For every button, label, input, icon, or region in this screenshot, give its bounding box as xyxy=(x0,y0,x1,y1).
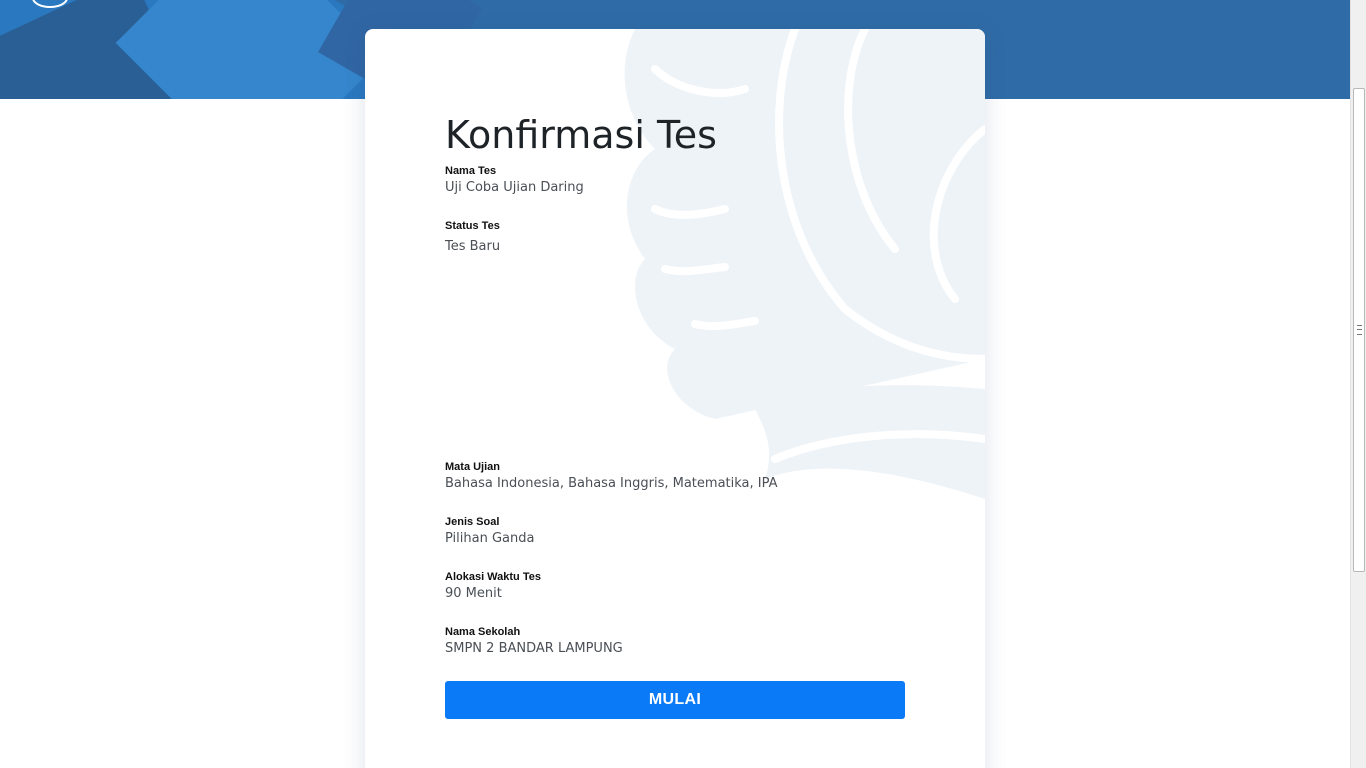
school-name-value: SMPN 2 BANDAR LAMPUNG xyxy=(445,641,623,656)
time-allocation-value: 90 Menit xyxy=(445,586,502,601)
subjects-label: Mata Ujian xyxy=(445,461,501,473)
time-allocation-label: Alokasi Waktu Tes xyxy=(445,571,541,583)
question-type-value: Pilihan Ganda xyxy=(445,531,535,546)
confirmation-card: Konfirmasi Tes Nama Tes Uji Coba Ujian D… xyxy=(365,29,985,768)
scroll-grip-icon xyxy=(1357,325,1362,335)
scrollbar-thumb[interactable] xyxy=(1353,88,1365,572)
eagle-watermark-icon xyxy=(624,29,985,499)
vertical-scrollbar[interactable] xyxy=(1350,0,1366,768)
school-name-label: Nama Sekolah xyxy=(445,626,521,638)
start-button[interactable]: MULAI xyxy=(445,681,905,719)
test-status-value: Tes Baru xyxy=(445,239,501,254)
page: Konfirmasi Tes Nama Tes Uji Coba Ujian D… xyxy=(0,0,1366,768)
page-title: Konfirmasi Tes xyxy=(445,113,717,157)
question-type-label: Jenis Soal xyxy=(445,516,500,528)
test-name-value: Uji Coba Ujian Daring xyxy=(445,180,584,195)
test-name-label: Nama Tes xyxy=(445,165,497,177)
subjects-value: Bahasa Indonesia, Bahasa Inggris, Matema… xyxy=(445,476,778,491)
test-status-label: Status Tes xyxy=(445,220,500,232)
